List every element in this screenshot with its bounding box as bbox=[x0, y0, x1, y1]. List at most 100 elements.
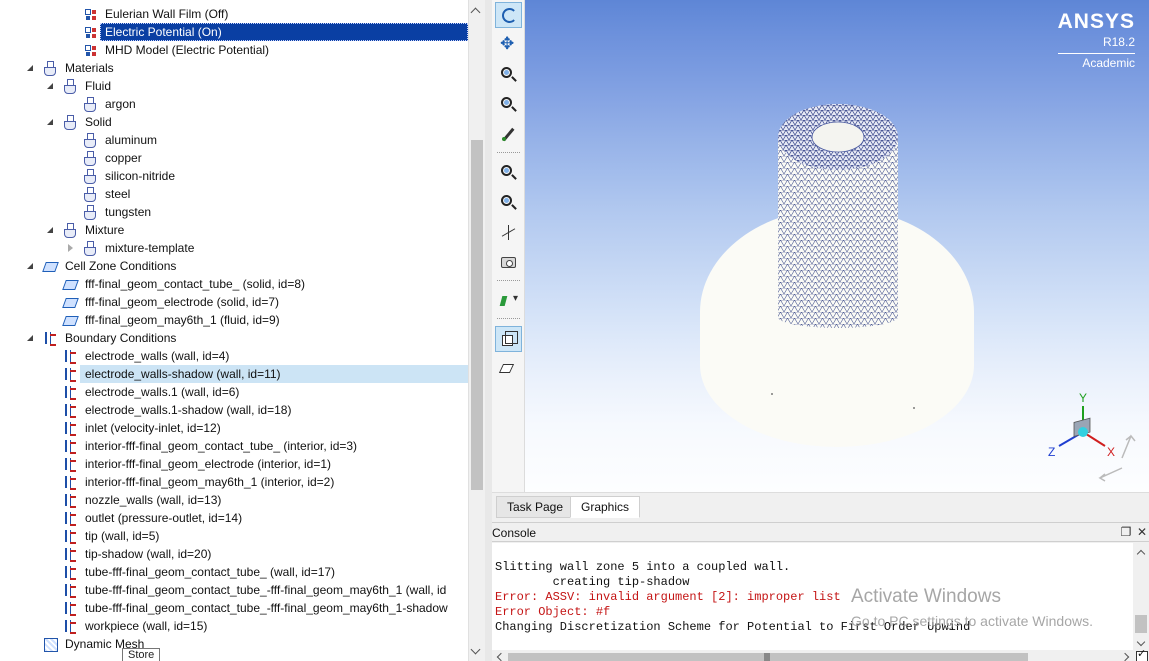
flask-icon bbox=[83, 205, 97, 220]
tree-item[interactable]: fff-final_geom_may6th_1 (fluid, id=9) bbox=[0, 311, 468, 329]
collapse-arrow-icon[interactable] bbox=[46, 225, 56, 235]
tab-graphics[interactable]: Graphics bbox=[570, 496, 641, 518]
tree-item[interactable]: workpiece (wall, id=15) bbox=[0, 617, 468, 635]
tree-item-label: interior-fff-final_geom_electrode (inter… bbox=[85, 457, 332, 471]
tree-item[interactable]: electrode_walls.1 (wall, id=6) bbox=[0, 383, 468, 401]
tree-item[interactable]: copper bbox=[0, 149, 468, 167]
tree-item[interactable]: tungsten bbox=[0, 203, 468, 221]
zoom-to-fit-button[interactable] bbox=[495, 92, 522, 118]
rotation-hint-icon bbox=[1098, 434, 1136, 482]
tree-item[interactable]: Mixture bbox=[0, 221, 468, 239]
expand-arrow-icon[interactable] bbox=[66, 243, 76, 253]
row-highlight bbox=[100, 185, 468, 203]
axis-x-label: X bbox=[1107, 445, 1115, 459]
tree-item[interactable]: interior-fff-final_geom_may6th_1 (interi… bbox=[0, 473, 468, 491]
scroll-down-icon[interactable] bbox=[469, 643, 485, 659]
tree-item[interactable]: MHD Model (Electric Potential) bbox=[0, 41, 468, 59]
view-tabs: Task Page Graphics bbox=[492, 492, 1149, 518]
logo-version: R18.2 bbox=[1102, 35, 1135, 49]
tree-item[interactable]: tube-fff-final_geom_contact_tube_-fff-fi… bbox=[0, 581, 468, 599]
tree-item[interactable]: tip (wall, id=5) bbox=[0, 527, 468, 545]
float-window-icon[interactable]: ❐ bbox=[1119, 525, 1133, 539]
tab-task-page[interactable]: Task Page bbox=[496, 496, 575, 518]
tree-item[interactable]: electrode_walls (wall, id=4) bbox=[0, 347, 468, 365]
zoom-in-button[interactable] bbox=[495, 62, 522, 88]
close-icon[interactable]: ✕ bbox=[1135, 525, 1149, 539]
tree-item[interactable]: aluminum bbox=[0, 131, 468, 149]
tree-item[interactable]: Eulerian Wall Film (Off) bbox=[0, 5, 468, 23]
orthographic-view-button[interactable] bbox=[495, 356, 522, 382]
scroll-up-icon[interactable] bbox=[469, 4, 485, 20]
boundary-icon bbox=[63, 367, 77, 382]
flask-icon bbox=[63, 79, 77, 94]
tree-item[interactable]: fff-final_geom_contact_tube_ (solid, id=… bbox=[0, 275, 468, 293]
tree-item-label: steel bbox=[105, 187, 131, 201]
toolbar-separator bbox=[497, 280, 520, 281]
axes-fit-button[interactable] bbox=[495, 220, 522, 246]
tree-item[interactable]: tip-shadow (wall, id=20) bbox=[0, 545, 468, 563]
console-horizontal-scrollbar[interactable] bbox=[492, 650, 1133, 661]
tree-item[interactable]: fff-final_geom_electrode (solid, id=7) bbox=[0, 293, 468, 311]
tree-item[interactable]: argon bbox=[0, 95, 468, 113]
tree-item[interactable]: nozzle_walls (wall, id=13) bbox=[0, 491, 468, 509]
collapse-arrow-icon[interactable] bbox=[46, 117, 56, 127]
watermark-title: Activate Windows bbox=[851, 586, 1001, 607]
probe-button[interactable] bbox=[495, 122, 522, 148]
views-dropdown-button[interactable] bbox=[495, 288, 522, 314]
tree-item[interactable]: Electric Potential (On) bbox=[0, 23, 468, 41]
graphics-viewport[interactable]: Y X Z ANSYS R18.2 Academic bbox=[525, 0, 1149, 492]
tree-scrollbar[interactable] bbox=[468, 0, 485, 661]
tree-item-label: Cell Zone Conditions bbox=[65, 259, 177, 273]
flask-icon bbox=[83, 151, 97, 166]
logo-edition: Academic bbox=[1057, 53, 1135, 70]
flask-icon bbox=[83, 133, 97, 148]
tree-item[interactable]: Solid bbox=[0, 113, 468, 131]
tree-item[interactable]: interior-fff-final_geom_electrode (inter… bbox=[0, 455, 468, 473]
tree-item[interactable]: mixture-template bbox=[0, 239, 468, 257]
tree-item[interactable]: Cell Zone Conditions bbox=[0, 257, 468, 275]
mesh-scene: Y X Z bbox=[700, 104, 1136, 482]
rotate-button[interactable] bbox=[495, 2, 522, 28]
tree-item-label: tube-fff-final_geom_contact_tube_-fff-fi… bbox=[85, 583, 447, 597]
perspective-view-button[interactable] bbox=[495, 326, 522, 352]
scroll-thumb[interactable] bbox=[471, 140, 483, 490]
console-error-line: Error: ASSV: invalid argument [2]: impro… bbox=[495, 590, 841, 604]
tree-item[interactable]: interior-fff-final_geom_contact_tube_ (i… bbox=[0, 437, 468, 455]
row-highlight bbox=[80, 221, 468, 239]
panel-splitter[interactable] bbox=[485, 0, 492, 661]
checkbox-icon[interactable] bbox=[1133, 647, 1149, 661]
toolbar-separator bbox=[497, 152, 520, 153]
tree-item-label: tungsten bbox=[105, 205, 152, 219]
tree-item[interactable]: tube-fff-final_geom_contact_tube_ (wall,… bbox=[0, 563, 468, 581]
cube-icon bbox=[43, 259, 57, 273]
collapse-arrow-icon[interactable] bbox=[46, 81, 56, 91]
toolbar-separator bbox=[497, 318, 520, 319]
collapse-arrow-icon[interactable] bbox=[26, 261, 36, 271]
camera-button[interactable] bbox=[495, 250, 522, 276]
activate-windows-watermark: Activate Windows Go to PC settings to ac… bbox=[851, 586, 1093, 630]
camera-icon bbox=[501, 257, 516, 268]
tree-item[interactable]: electrode_walls-shadow (wall, id=11) bbox=[0, 365, 468, 383]
tree-item-label: argon bbox=[105, 97, 136, 111]
tree-item[interactable]: Dynamic Mesh bbox=[0, 635, 468, 653]
zoom-box-button[interactable] bbox=[495, 160, 522, 186]
flask-icon bbox=[83, 241, 97, 256]
tree-item[interactable]: silicon-nitride bbox=[0, 167, 468, 185]
boundary-icon bbox=[63, 439, 77, 454]
tree-item-label: Electric Potential (On) bbox=[105, 25, 222, 39]
tree-item[interactable]: electrode_walls.1-shadow (wall, id=18) bbox=[0, 401, 468, 419]
pan-button[interactable] bbox=[495, 32, 522, 58]
scroll-thumb[interactable] bbox=[1135, 615, 1147, 633]
zoom-out-button[interactable] bbox=[495, 190, 522, 216]
tree-item[interactable]: Materials bbox=[0, 59, 468, 77]
tree-item[interactable]: inlet (velocity-inlet, id=12) bbox=[0, 419, 468, 437]
tree-item[interactable]: steel bbox=[0, 185, 468, 203]
tree-item[interactable]: tube-fff-final_geom_contact_tube_-fff-fi… bbox=[0, 599, 468, 617]
console-vertical-scrollbar[interactable] bbox=[1133, 543, 1149, 650]
tree-item[interactable]: outlet (pressure-outlet, id=14) bbox=[0, 509, 468, 527]
collapse-arrow-icon[interactable] bbox=[26, 63, 36, 73]
tree-item[interactable]: Boundary Conditions bbox=[0, 329, 468, 347]
collapse-arrow-icon[interactable] bbox=[26, 333, 36, 343]
tree-item[interactable]: Fluid bbox=[0, 77, 468, 95]
row-highlight bbox=[80, 113, 468, 131]
